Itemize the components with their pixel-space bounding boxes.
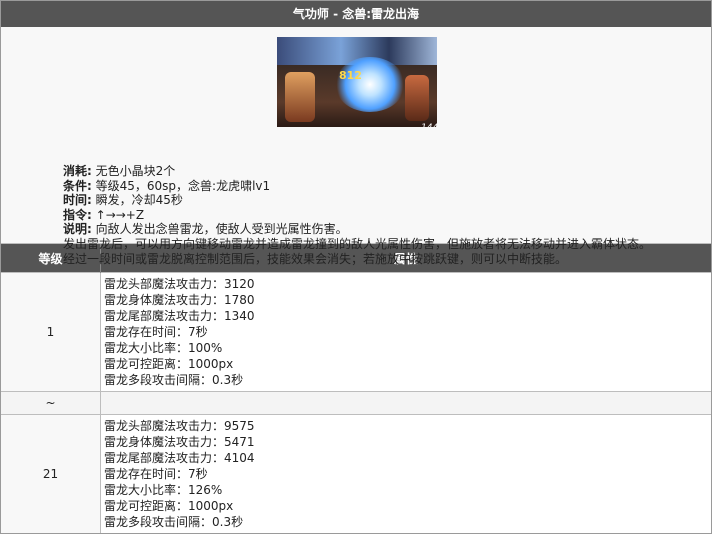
skill-panel: 气功师 - 念兽:雷龙出海 812 144 消耗: 无色小晶块2个 条件: 等级…: [0, 0, 712, 534]
table-row: 21 雷龙头部魔法攻击力：9575 雷龙身体魔法攻击力：5471 雷龙尾部魔法攻…: [1, 414, 711, 533]
cost-row: 消耗: 无色小晶块2个: [63, 164, 348, 179]
screenshot-lightning-dragon: [335, 57, 405, 112]
attr-line: 雷龙存在时间：7秒: [104, 467, 208, 481]
screenshot-counter: 144: [421, 123, 437, 127]
skill-title: 气功师 - 念兽:雷龙出海: [1, 1, 711, 27]
attr-line: 雷龙头部魔法攻击力：3120: [104, 277, 255, 291]
time-label: 时间:: [63, 193, 92, 208]
attr-line: 雷龙身体魔法攻击力：1780: [104, 293, 255, 307]
time-value: 瞬发，冷却45秒: [95, 193, 183, 208]
attr-line: 雷龙尾部魔法攻击力：1340: [104, 309, 255, 323]
table-row-ellipsis: ~: [1, 391, 711, 415]
cost-label: 消耗:: [63, 164, 92, 178]
level-table: 等级 属性 1 雷龙头部魔法攻击力：3120 雷龙身体魔法攻击力：1780 雷龙…: [1, 244, 711, 533]
level-cell: ~: [1, 391, 101, 415]
screenshot-enemy: [405, 75, 429, 121]
cost-value: 无色小晶块2个: [95, 164, 176, 178]
command-value: ↑→→+Z: [95, 207, 145, 222]
attribute-cell: 雷龙头部魔法攻击力：9575 雷龙身体魔法攻击力：5471 雷龙尾部魔法攻击力：…: [100, 414, 711, 533]
description-continued: 发出雷龙后，可以用方向键移动雷龙并造成雷龙撞到的敌人光属性伤害，但施放者将无法移…: [63, 237, 703, 266]
attr-line: 雷龙可控距离：1000px: [104, 357, 234, 371]
description-label: 说明:: [63, 222, 92, 237]
command-label: 指令:: [63, 207, 92, 222]
description-row: 说明: 向敌人发出念兽雷龙，使敌人受到光属性伤害。: [63, 222, 348, 237]
screenshot-character: [285, 72, 315, 122]
level-cell: 21: [1, 414, 101, 533]
attr-line: 雷龙大小比率：126%: [104, 483, 223, 497]
skill-info: 812 144 消耗: 无色小晶块2个 条件: 等级45，60sp，念兽:龙虎啸…: [1, 27, 711, 266]
level-cell: 1: [1, 272, 101, 392]
requirement-row: 条件: 等级45，60sp，念兽:龙虎啸lv1: [63, 179, 348, 194]
description-line-2: 发出雷龙后，可以用方向键移动雷龙并造成雷龙撞到的敌人光属性伤害，但施放者将无法移…: [63, 237, 652, 251]
description-value: 向敌人发出念兽雷龙，使敌人受到光属性伤害。: [95, 222, 348, 237]
attr-line: 雷龙大小比率：100%: [104, 341, 223, 355]
description-line-3: 经过一段时间或雷龙脱离控制范围后，技能效果会消失；若施放中按跳跃键，则可以中断技…: [63, 251, 568, 266]
command-row: 指令: ↑→→+Z: [63, 208, 348, 223]
time-row: 时间: 瞬发，冷却45秒: [63, 193, 348, 208]
skill-details: 消耗: 无色小晶块2个 条件: 等级45，60sp，念兽:龙虎啸lv1 时间: …: [63, 164, 348, 237]
attribute-cell-empty: [100, 391, 711, 415]
requirement-label: 条件:: [63, 178, 92, 193]
screenshot-damage-number: 812: [339, 69, 362, 82]
attr-line: 雷龙多段攻击间隔：0.3秒: [104, 515, 244, 529]
table-row: 1 雷龙头部魔法攻击力：3120 雷龙身体魔法攻击力：1780 雷龙尾部魔法攻击…: [1, 272, 711, 392]
attr-line: 雷龙头部魔法攻击力：9575: [104, 419, 255, 433]
skill-screenshot: 812 144: [277, 37, 437, 127]
attr-line: 雷龙多段攻击间隔：0.3秒: [104, 373, 244, 387]
attr-line: 雷龙身体魔法攻击力：5471: [104, 435, 255, 449]
attr-line: 雷龙可控距离：1000px: [104, 499, 234, 513]
attribute-cell: 雷龙头部魔法攻击力：3120 雷龙身体魔法攻击力：1780 雷龙尾部魔法攻击力：…: [100, 272, 711, 392]
attr-line: 雷龙存在时间：7秒: [104, 325, 208, 339]
attr-line: 雷龙尾部魔法攻击力：4104: [104, 451, 255, 465]
requirement-value: 等级45，60sp，念兽:龙虎啸lv1: [95, 178, 271, 193]
